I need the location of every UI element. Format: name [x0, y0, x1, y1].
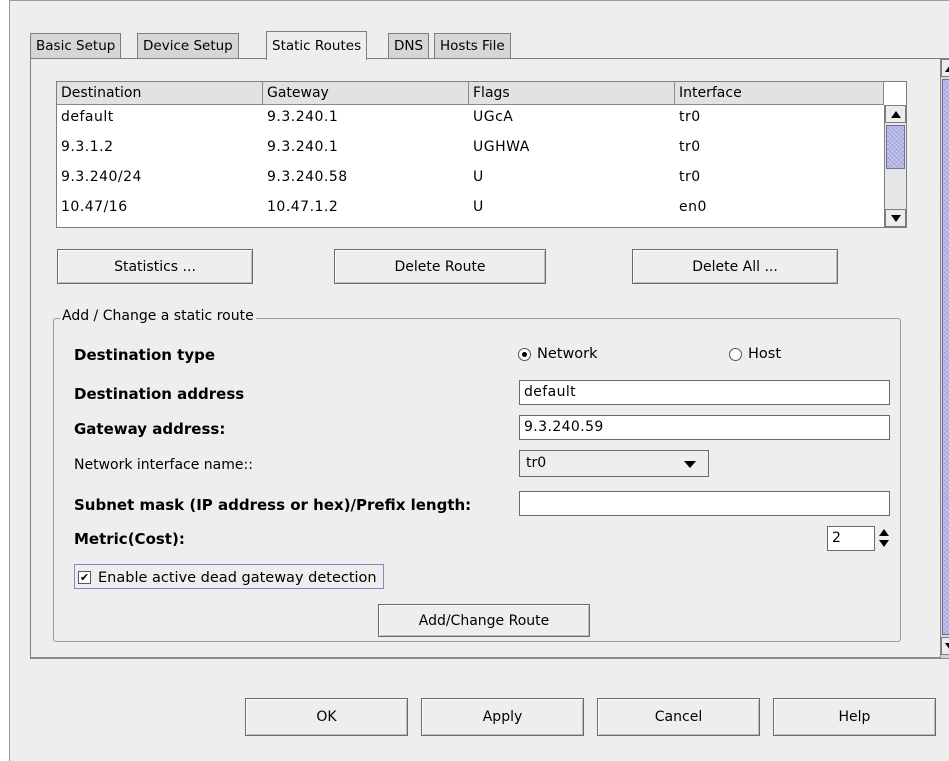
add-change-route-group: Add / Change a static route Destination …	[53, 308, 901, 642]
cell-interface: tr0	[679, 109, 701, 125]
dialog-window: Basic Setup Device Setup Static Routes D…	[9, 0, 949, 761]
gateway-address-input[interactable]: 9.3.240.59	[519, 415, 890, 440]
cell-flags: UGcA	[473, 109, 514, 125]
spinner-arrows[interactable]	[877, 529, 891, 549]
host-radio[interactable]: Host	[729, 346, 781, 362]
metric-value[interactable]: 2	[827, 526, 875, 551]
delete-route-button[interactable]: Delete Route	[334, 249, 546, 284]
cell-interface: tr0	[679, 139, 701, 155]
add-change-route-button[interactable]: Add/Change Route	[378, 604, 590, 637]
metric-label: Metric(Cost):	[74, 530, 185, 548]
spinner-down-icon[interactable]	[879, 540, 889, 547]
ok-button[interactable]: OK	[245, 698, 408, 736]
help-button[interactable]: Help	[773, 698, 936, 736]
destination-address-input[interactable]: default	[519, 380, 890, 405]
scroll-up-button[interactable]	[941, 59, 949, 77]
routes-table: Destination Gateway Flags Interface defa…	[56, 81, 907, 228]
cell-flags: U	[473, 169, 484, 185]
cell-gateway: 10.47.1.2	[267, 199, 339, 215]
tab-hosts-file[interactable]: Hosts File	[434, 33, 511, 59]
destination-address-label: Destination address	[74, 385, 245, 403]
tab-dns[interactable]: DNS	[388, 33, 430, 59]
arrow-down-icon	[945, 642, 949, 650]
table-row[interactable]: 10.47/16 10.47.1.2 U en0	[57, 195, 884, 225]
apply-button[interactable]: Apply	[421, 698, 584, 736]
cell-gateway: 9.3.240.1	[267, 139, 339, 155]
metric-spinner[interactable]: 2	[827, 526, 891, 551]
tab-basic-setup[interactable]: Basic Setup	[30, 33, 122, 59]
dead-gateway-label: Enable active dead gateway detection	[98, 569, 377, 586]
network-interface-value: tr0	[526, 455, 547, 471]
network-radio[interactable]: Network	[518, 346, 598, 362]
scroll-thumb[interactable]	[942, 79, 949, 635]
subnet-mask-label: Subnet mask (IP address or hex)/Prefix l…	[74, 496, 472, 514]
subnet-mask-input[interactable]	[519, 491, 890, 516]
column-header-interface[interactable]: Interface	[675, 82, 884, 105]
column-header-flags[interactable]: Flags	[469, 82, 675, 105]
table-row[interactable]: 9.3.1.2 9.3.240.1 UGHWA tr0	[57, 135, 884, 165]
tab-static-routes[interactable]: Static Routes	[266, 31, 368, 60]
table-scrollbar[interactable]	[884, 105, 906, 227]
dead-gateway-checkbox-row[interactable]: ✔ Enable active dead gateway detection	[74, 564, 384, 589]
cell-destination: 9.3.240/24	[61, 169, 142, 185]
cell-destination: default	[61, 109, 114, 125]
panel-scrollbar[interactable]	[940, 59, 949, 658]
network-interface-select[interactable]: tr0	[519, 450, 709, 477]
cancel-button[interactable]: Cancel	[597, 698, 760, 736]
table-scroll-down-button[interactable]	[885, 209, 906, 227]
table-row[interactable]: 9.3.240/24 9.3.240.58 U tr0	[57, 165, 884, 195]
cell-flags: U	[473, 199, 484, 215]
arrow-down-icon	[890, 214, 901, 222]
host-radio-label: Host	[748, 346, 782, 362]
network-radio-label: Network	[537, 346, 598, 362]
gateway-address-label: Gateway address:	[74, 420, 226, 438]
scroll-down-button[interactable]	[941, 637, 949, 655]
arrow-up-icon	[890, 110, 901, 118]
cell-gateway: 9.3.240.58	[267, 169, 348, 185]
table-scroll-up-button[interactable]	[885, 105, 906, 123]
group-legend: Add / Change a static route	[60, 308, 256, 324]
spinner-up-icon[interactable]	[879, 529, 889, 536]
destination-type-label: Destination type	[74, 346, 216, 364]
dead-gateway-checkbox[interactable]: ✔	[78, 571, 91, 584]
static-routes-panel: Destination Gateway Flags Interface defa…	[30, 58, 949, 659]
cell-flags: UGHWA	[473, 139, 530, 155]
statistics-button[interactable]: Statistics ...	[57, 249, 253, 284]
network-interface-label: Network interface name::	[74, 457, 253, 473]
cell-interface: en0	[679, 199, 707, 215]
tab-device-setup[interactable]: Device Setup	[137, 33, 239, 59]
column-header-destination[interactable]: Destination	[57, 82, 263, 105]
cell-destination: 10.47/16	[61, 199, 128, 215]
table-scroll-thumb[interactable]	[886, 125, 905, 169]
cell-interface: tr0	[679, 169, 701, 185]
chevron-down-icon	[684, 461, 696, 468]
table-row[interactable]: default 9.3.240.1 UGcA tr0	[57, 105, 884, 135]
cell-destination: 9.3.1.2	[61, 139, 114, 155]
radio-selected-icon	[518, 347, 531, 361]
cell-gateway: 9.3.240.1	[267, 109, 339, 125]
arrow-up-icon	[945, 64, 949, 72]
column-header-gateway[interactable]: Gateway	[263, 82, 469, 105]
radio-unselected-icon	[729, 347, 742, 361]
delete-all-button[interactable]: Delete All ...	[632, 249, 838, 284]
routes-table-header: Destination Gateway Flags Interface	[57, 82, 884, 105]
